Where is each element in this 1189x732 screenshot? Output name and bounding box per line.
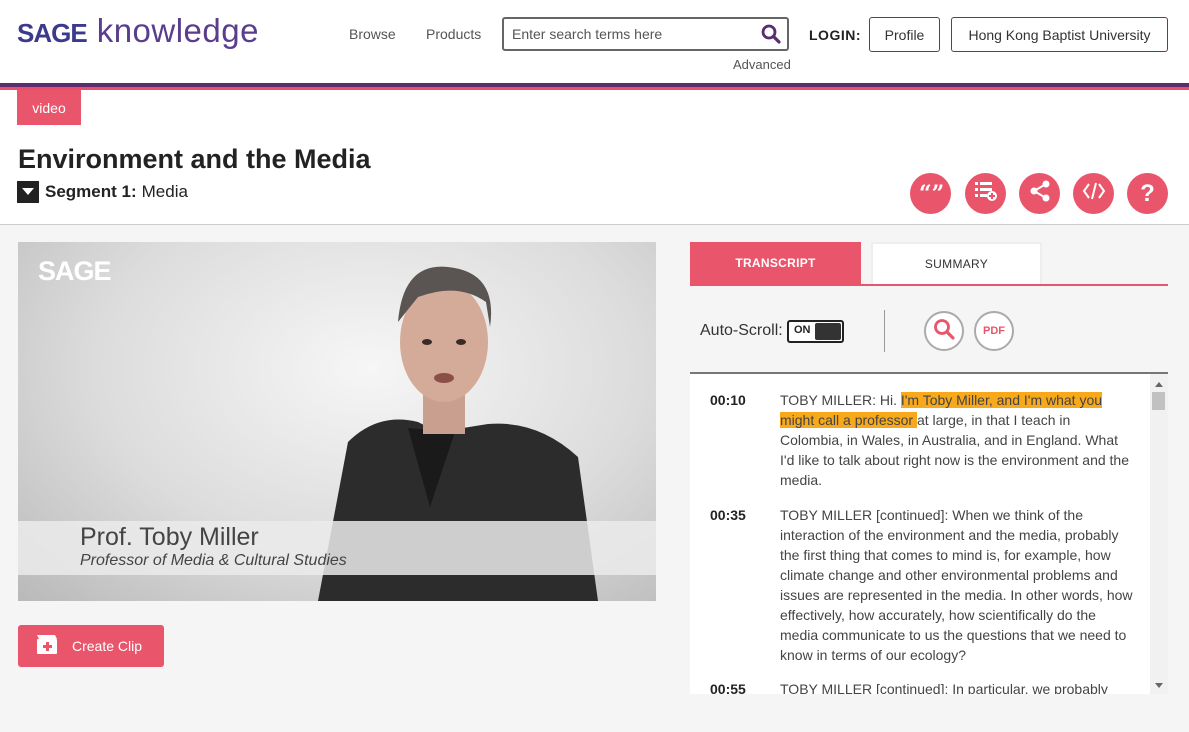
transcript-text: TOBY MILLER [continued]: When we think o… [780,507,1133,663]
sage-knowledge-logo[interactable]: SAGE knowledge [17,12,259,50]
page-title: Environment and the Media [18,144,371,174]
sage-logo-mark: SAGE [17,18,88,48]
toggle-knob [815,323,841,340]
scrollbar-thumb[interactable] [1152,392,1165,410]
cite-button[interactable]: “” [910,173,951,214]
transcript-timestamp[interactable]: 00:55 [710,679,746,694]
advanced-search-link[interactable]: Advanced [733,57,791,72]
segment-label: Segment 1: [45,182,137,201]
transcript-text: TOBY MILLER [continued]: In particular, … [780,681,1108,694]
profile-button[interactable]: Profile [869,17,940,52]
embed-button[interactable] [1073,173,1114,214]
pdf-label: PDF [983,325,1005,337]
pdf-download-button[interactable]: PDF [974,311,1014,351]
help-icon: ? [1140,179,1155,207]
video-sage-watermark: SAGE [38,256,112,286]
scroll-down-icon[interactable] [1155,683,1163,688]
svg-text:“”: “” [919,183,943,199]
transcript-timestamp[interactable]: 00:10 [710,390,746,410]
transcript-tabs: TRANSCRIPT SUMMARY [690,242,1168,286]
nav-browse[interactable]: Browse [349,26,396,42]
tab-summary[interactable]: SUMMARY [871,242,1042,284]
transcript-text-segment: TOBY MILLER: Hi. [780,392,901,408]
video-player[interactable]: SAGE Prof. Toby Miller Professor of Medi… [18,242,656,601]
transcript-panel[interactable]: 00:10 TOBY MILLER: Hi. I'm Toby Miller, … [690,372,1168,694]
tab-transcript[interactable]: TRANSCRIPT [690,242,861,284]
content-type-tag: video [17,90,81,125]
site-header: SAGE knowledge Browse Products Advanced … [0,0,1189,84]
chevron-down-icon[interactable] [17,181,39,203]
transcript-timestamp[interactable]: 00:35 [710,505,746,525]
search-box [502,17,789,51]
clip-icon [36,634,58,659]
knowledge-wordmark: knowledge [96,12,259,49]
scroll-up-icon[interactable] [1155,382,1163,387]
search-icon [933,318,955,345]
search-input[interactable] [504,19,754,49]
add-to-list-icon [974,180,998,207]
embed-code-icon [1082,180,1106,207]
transcript-search-button[interactable] [924,311,964,351]
tools-divider [884,310,885,352]
create-clip-label: Create Clip [72,638,143,654]
speaker-name: Prof. Toby Miller [80,523,259,551]
segment-selector[interactable]: Segment 1: Media [17,181,188,203]
speaker-title: Professor of Media & Cultural Studies [80,552,347,569]
segment-name: Media [141,182,188,201]
share-button[interactable] [1019,173,1060,214]
institution-button[interactable]: Hong Kong Baptist University [951,17,1168,52]
autoscroll-toggle[interactable]: ON [787,320,844,343]
create-clip-button[interactable]: Create Clip [18,625,164,667]
add-to-list-button[interactable] [965,173,1006,214]
autoscroll-state: ON [794,324,811,336]
help-button[interactable]: ? [1127,173,1168,214]
transcript-text: TOBY MILLER: Hi. I'm Toby Miller, and I'… [780,390,1135,490]
login-label: LOGIN: [809,27,861,43]
share-icon [1029,180,1051,207]
autoscroll-label: Auto-Scroll: [700,322,783,339]
transcript-scrollbar[interactable] [1150,374,1168,694]
nav-products[interactable]: Products [426,26,481,42]
search-icon[interactable] [761,24,781,44]
quote-icon: “” [919,181,944,207]
